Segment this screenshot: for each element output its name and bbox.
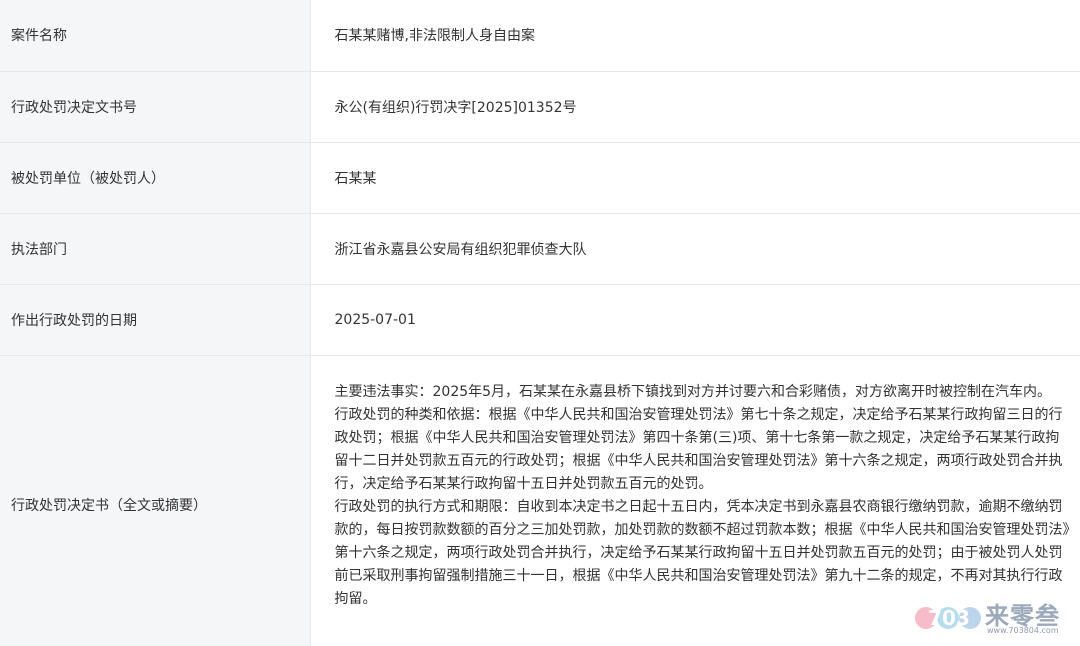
row-penalty-date: 作出行政处罚的日期 2025-07-01: [0, 284, 1080, 356]
row-penalized-party: 被处罚单位（被处罚人） 石某某: [0, 142, 1080, 214]
penalty-date-label: 作出行政处罚的日期: [0, 284, 311, 356]
document-number-label: 行政处罚决定文书号: [0, 71, 311, 143]
decision-paragraph-facts: 主要违法事实：2025年5月，石某某在永嘉县桥下镇找到对方并讨要六和合彩赌债，对…: [334, 383, 1052, 400]
enforcement-department-label: 执法部门: [0, 213, 311, 285]
watermark-logo-text: 703: [928, 606, 970, 630]
penalty-record-table: 案件名称 石某某赌博,非法限制人身自由案 行政处罚决定文书号 永公(有组织)行罚…: [0, 0, 1080, 646]
decision-paragraph-basis: 行政处罚的种类和依据：根据《中华人民共和国治安管理处罚法》第七十条之规定，决定给…: [334, 406, 1063, 492]
watermark-url: www.703804.com: [987, 626, 1059, 635]
case-name-label: 案件名称: [0, 0, 311, 72]
document-number-value: 永公(有组织)行罚决字[2025]01352号: [310, 71, 1080, 143]
watermark-logo-icon: 703: [915, 606, 981, 630]
enforcement-department-value: 浙江省永嘉县公安局有组织犯罪侦查大队: [310, 213, 1080, 285]
decision-label: 行政处罚决定书（全文或摘要）: [0, 355, 311, 646]
case-name-value: 石某某赌博,非法限制人身自由案: [310, 0, 1080, 72]
row-enforcement-department: 执法部门 浙江省永嘉县公安局有组织犯罪侦查大队: [0, 213, 1080, 285]
penalty-date-value: 2025-07-01: [310, 284, 1080, 356]
penalized-party-value: 石某某: [310, 142, 1080, 214]
penalized-party-label: 被处罚单位（被处罚人）: [0, 142, 311, 214]
decision-paragraph-execution: 行政处罚的执行方式和期限：自收到本决定书之日起十五日内，凭本决定书到永嘉县农商银…: [334, 498, 1070, 607]
watermark: 703 来零叁 www.703804.com: [915, 596, 1075, 642]
row-document-number: 行政处罚决定文书号 永公(有组织)行罚决字[2025]01352号: [0, 71, 1080, 143]
row-case-name: 案件名称 石某某赌博,非法限制人身自由案: [0, 0, 1080, 72]
